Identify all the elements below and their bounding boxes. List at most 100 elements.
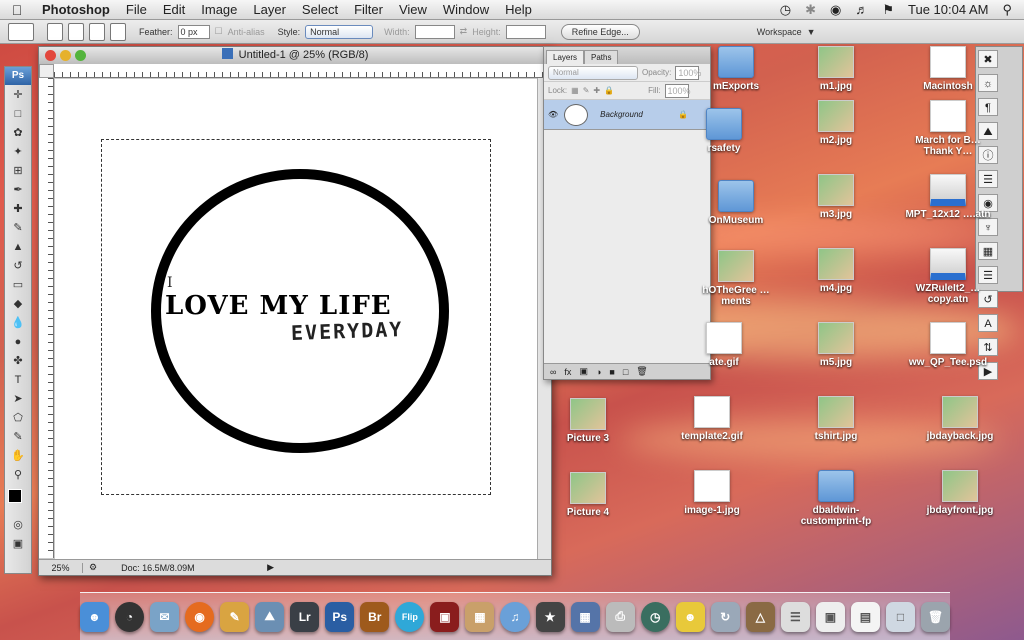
document-titlebar[interactable]: Untitled-1 @ 25% (RGB/8) bbox=[39, 47, 551, 64]
desktop-icon[interactable]: mExports bbox=[688, 46, 784, 92]
volume-icon[interactable]: ♬ bbox=[855, 2, 868, 17]
type-tool-icon[interactable]: T bbox=[6, 371, 30, 389]
fill-input[interactable]: 100% bbox=[664, 83, 691, 98]
dock-pages-icon[interactable]: ✎ bbox=[220, 601, 250, 632]
color-swatches[interactable] bbox=[6, 485, 30, 515]
selection-mode-subtract-icon[interactable] bbox=[89, 22, 105, 41]
clone-stamp-tool-icon[interactable]: ▲ bbox=[6, 238, 30, 256]
menu-view[interactable]: View bbox=[391, 0, 435, 20]
marquee-tool-icon[interactable]: □ bbox=[6, 105, 30, 123]
menu-help[interactable]: Help bbox=[497, 0, 540, 20]
bluetooth-icon[interactable]: ✱ bbox=[805, 2, 816, 18]
desktop-icon[interactable]: WZRuleIt2_… copy.atn bbox=[900, 248, 996, 305]
magic-wand-tool-icon[interactable]: ✦ bbox=[6, 143, 30, 161]
desktop-icon[interactable]: dbaldwin-customprint-fp bbox=[788, 470, 884, 527]
status-options-icon[interactable]: ⚙ bbox=[89, 562, 97, 573]
dock-keynote-icon[interactable]: △ bbox=[745, 601, 775, 632]
desktop-icon[interactable]: March for B… Thank Y… bbox=[900, 100, 996, 157]
desktop-icon[interactable]: m3.jpg bbox=[788, 174, 884, 220]
dock-lightroom-icon[interactable]: Lr bbox=[290, 601, 320, 632]
dock-spaces-icon[interactable]: ▦ bbox=[570, 601, 600, 632]
eyedropper-tool-icon[interactable]: ✒ bbox=[6, 181, 30, 199]
dock-docs-stack-icon[interactable]: ▤ bbox=[850, 601, 880, 632]
refine-edge-button[interactable]: Refine Edge... bbox=[560, 23, 640, 40]
photoshop-badge[interactable]: Ps bbox=[5, 67, 31, 85]
paint-bucket-tool-icon[interactable]: ◆ bbox=[6, 295, 30, 313]
quick-mask-icon[interactable]: ◎ bbox=[6, 516, 30, 534]
dock-stack-icon[interactable]: ☰ bbox=[780, 601, 810, 632]
flag-icon[interactable]: ⚑ bbox=[882, 2, 894, 18]
brush-tool-icon[interactable]: ✎ bbox=[6, 219, 30, 237]
clock[interactable]: Tue 10:04 AM bbox=[908, 2, 988, 17]
close-button[interactable] bbox=[45, 50, 56, 61]
desktop-icon[interactable]: jbdayback.jpg bbox=[912, 396, 1008, 442]
dock-flip-icon[interactable]: Flip bbox=[395, 601, 425, 632]
dock-dashboard-icon[interactable]: ◔ bbox=[114, 601, 145, 632]
foreground-color-swatch[interactable] bbox=[8, 489, 22, 503]
style-select[interactable]: Normal bbox=[305, 24, 374, 39]
fx-icon[interactable]: fx bbox=[564, 367, 571, 377]
horizontal-ruler[interactable] bbox=[54, 64, 551, 78]
dock-timemachine-icon[interactable]: ◷ bbox=[640, 601, 670, 632]
desktop-icon[interactable]: MPT_12x12 ….atn bbox=[900, 174, 996, 220]
healing-brush-tool-icon[interactable]: ✚ bbox=[6, 200, 30, 218]
lock-all-icon[interactable]: 🔒 bbox=[604, 86, 614, 95]
apple-menu-icon[interactable]:  bbox=[0, 2, 34, 18]
dock-bridge-icon[interactable]: Br bbox=[360, 601, 390, 632]
dock-isync-icon[interactable]: ↻ bbox=[710, 601, 740, 632]
desktop-icon[interactable]: Macintosh bbox=[900, 46, 996, 92]
pen-tool-icon[interactable]: ✤ bbox=[6, 352, 30, 370]
width-input[interactable] bbox=[414, 24, 455, 39]
selection-mode-intersect-icon[interactable] bbox=[110, 22, 126, 41]
desktop-icon[interactable]: ww_QP_Tee.psd bbox=[900, 322, 996, 368]
blur-tool-icon[interactable]: 💧 bbox=[6, 314, 30, 332]
menu-select[interactable]: Select bbox=[294, 0, 346, 20]
hand-tool-icon[interactable]: ✋ bbox=[6, 447, 30, 465]
swap-icon[interactable]: ⇄ bbox=[460, 26, 468, 37]
selection-mode-new-icon[interactable] bbox=[47, 22, 63, 41]
zoom-button[interactable] bbox=[75, 50, 86, 61]
lock-transparent-icon[interactable]: ▦ bbox=[571, 86, 579, 95]
desktop-icon[interactable]: rsafety bbox=[676, 108, 772, 154]
layer-name[interactable]: Background bbox=[594, 110, 672, 119]
menu-window[interactable]: Window bbox=[435, 0, 497, 20]
dock-photos-stack-icon[interactable]: ▣ bbox=[815, 601, 845, 632]
menu-layer[interactable]: Layer bbox=[245, 0, 294, 20]
status-menu-arrow-icon[interactable]: ▶ bbox=[267, 562, 274, 573]
minimize-button[interactable] bbox=[60, 50, 71, 61]
dock-itunes-icon[interactable]: ♫ bbox=[500, 601, 530, 632]
desktop-icon[interactable]: m2.jpg bbox=[788, 100, 884, 146]
tab-paths[interactable]: Paths bbox=[584, 50, 619, 64]
path-selection-tool-icon[interactable]: ➤ bbox=[6, 390, 30, 408]
feather-input[interactable]: 0 px bbox=[177, 24, 210, 39]
zoom-tool-icon[interactable]: ⚲ bbox=[6, 466, 30, 484]
canvas[interactable]: I LOVE MY LIFE EVERYDAY bbox=[55, 79, 537, 559]
history-brush-tool-icon[interactable]: ↺ bbox=[6, 257, 30, 275]
eye-icon[interactable]: 👁 bbox=[548, 110, 558, 119]
zoom-level[interactable]: 25% bbox=[39, 562, 83, 573]
spotlight-icon[interactable]: ⚲ bbox=[1002, 2, 1012, 18]
dock-adium-icon[interactable]: ☻ bbox=[675, 601, 705, 632]
tool-preset-picker[interactable] bbox=[8, 22, 34, 41]
workspace-menu[interactable]: Workspace bbox=[757, 27, 802, 37]
usb-icon[interactable]: ♆ bbox=[978, 218, 998, 236]
lock-position-icon[interactable]: ✚ bbox=[593, 86, 600, 95]
desktop-icon[interactable]: image-1.jpg bbox=[664, 470, 760, 516]
height-input[interactable] bbox=[505, 24, 546, 39]
dock-folder-stack-icon[interactable]: □ bbox=[886, 601, 916, 632]
menu-filter[interactable]: Filter bbox=[346, 0, 391, 20]
move-tool-icon[interactable]: ✛ bbox=[6, 86, 30, 104]
desktop-icon[interactable]: hOTheGree …ments bbox=[688, 250, 784, 307]
group-icon[interactable]: ■ bbox=[609, 367, 614, 377]
desktop-icon[interactable]: template2.gif bbox=[664, 396, 760, 442]
wifi-icon[interactable]: ◉ bbox=[830, 2, 841, 18]
dock-preview-icon[interactable]: ▦ bbox=[465, 601, 495, 632]
dodge-tool-icon[interactable]: ● bbox=[6, 333, 30, 351]
desktop-icon[interactable]: ate.gif bbox=[676, 322, 772, 368]
menu-file[interactable]: File bbox=[118, 0, 155, 20]
dock-mail-icon[interactable]: ✉ bbox=[150, 601, 180, 632]
desktop-icon[interactable]: Picture 4 bbox=[540, 472, 636, 518]
link-layers-icon[interactable]: ∞ bbox=[550, 367, 556, 377]
desktop-icon[interactable]: jbdayfront.jpg bbox=[912, 470, 1008, 516]
ruler-origin[interactable] bbox=[39, 64, 54, 78]
